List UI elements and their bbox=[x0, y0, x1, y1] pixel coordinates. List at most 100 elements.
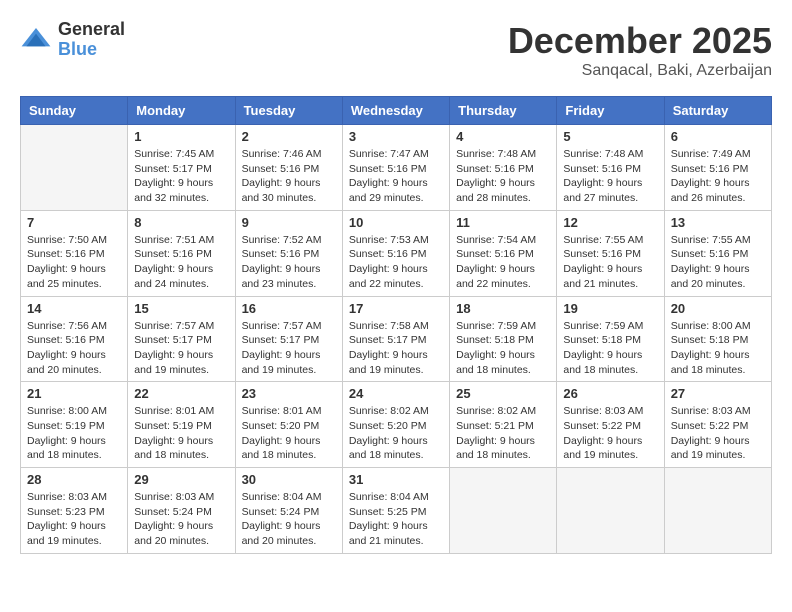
day-info: Sunrise: 8:00 AMSunset: 5:19 PMDaylight:… bbox=[27, 404, 121, 463]
day-number: 31 bbox=[349, 472, 443, 487]
week-row-4: 21 Sunrise: 8:00 AMSunset: 5:19 PMDayligh… bbox=[21, 382, 772, 468]
day-number: 12 bbox=[563, 215, 657, 230]
day-info: Sunrise: 8:02 AMSunset: 5:20 PMDaylight:… bbox=[349, 404, 443, 463]
day-number: 27 bbox=[671, 386, 765, 401]
day-number: 30 bbox=[242, 472, 336, 487]
header-day-saturday: Saturday bbox=[664, 97, 771, 125]
day-number: 10 bbox=[349, 215, 443, 230]
day-info: Sunrise: 7:55 AMSunset: 5:16 PMDaylight:… bbox=[671, 233, 765, 292]
day-info: Sunrise: 7:54 AMSunset: 5:16 PMDaylight:… bbox=[456, 233, 550, 292]
day-number: 5 bbox=[563, 129, 657, 144]
calendar-cell: 4Sunrise: 7:48 AMSunset: 5:16 PMDaylight… bbox=[450, 125, 557, 211]
day-number: 3 bbox=[349, 129, 443, 144]
day-number: 25 bbox=[456, 386, 550, 401]
day-info: Sunrise: 8:03 AMSunset: 5:22 PMDaylight:… bbox=[671, 404, 765, 463]
calendar-cell: 27 Sunrise: 8:03 AMSunset: 5:22 PMDayligh… bbox=[664, 382, 771, 468]
day-info: Sunrise: 7:58 AMSunset: 5:17 PMDaylight:… bbox=[349, 319, 443, 378]
day-info: Sunrise: 7:52 AMSunset: 5:16 PMDaylight:… bbox=[242, 233, 336, 292]
calendar-cell bbox=[450, 468, 557, 554]
calendar-header: SundayMondayTuesdayWednesdayThursdayFrid… bbox=[21, 97, 772, 125]
day-info: Sunrise: 7:51 AMSunset: 5:16 PMDaylight:… bbox=[134, 233, 228, 292]
calendar-cell: 26 Sunrise: 8:03 AMSunset: 5:22 PMDayligh… bbox=[557, 382, 664, 468]
calendar-cell: 12 Sunrise: 7:55 AMSunset: 5:16 PMDayligh… bbox=[557, 210, 664, 296]
day-number: 17 bbox=[349, 301, 443, 316]
day-info: Sunrise: 7:57 AMSunset: 5:17 PMDaylight:… bbox=[242, 319, 336, 378]
day-number: 14 bbox=[27, 301, 121, 316]
calendar-cell: 10Sunrise: 7:53 AMSunset: 5:16 PMDayligh… bbox=[342, 210, 449, 296]
week-row-1: 1Sunrise: 7:45 AMSunset: 5:17 PMDaylight… bbox=[21, 125, 772, 211]
calendar-cell: 29Sunrise: 8:03 AMSunset: 5:24 PMDayligh… bbox=[128, 468, 235, 554]
day-info: Sunrise: 8:01 AMSunset: 5:19 PMDaylight:… bbox=[134, 404, 228, 463]
calendar-cell: 16 Sunrise: 7:57 AMSunset: 5:17 PMDayligh… bbox=[235, 296, 342, 382]
day-number: 28 bbox=[27, 472, 121, 487]
page-header: General Blue December 2025 Sanqacal, Bak… bbox=[20, 20, 772, 80]
calendar-cell: 30 Sunrise: 8:04 AMSunset: 5:24 PMDayligh… bbox=[235, 468, 342, 554]
day-number: 22 bbox=[134, 386, 228, 401]
logo-blue: Blue bbox=[58, 40, 125, 60]
calendar-cell: 15Sunrise: 7:57 AMSunset: 5:17 PMDayligh… bbox=[128, 296, 235, 382]
day-number: 24 bbox=[349, 386, 443, 401]
day-number: 8 bbox=[134, 215, 228, 230]
day-info: Sunrise: 8:03 AMSunset: 5:22 PMDaylight:… bbox=[563, 404, 657, 463]
day-info: Sunrise: 8:01 AMSunset: 5:20 PMDaylight:… bbox=[242, 404, 336, 463]
calendar-cell: 2Sunrise: 7:46 AMSunset: 5:16 PMDaylight… bbox=[235, 125, 342, 211]
day-number: 4 bbox=[456, 129, 550, 144]
calendar-cell: 31Sunrise: 8:04 AMSunset: 5:25 PMDayligh… bbox=[342, 468, 449, 554]
calendar-cell: 20 Sunrise: 8:00 AMSunset: 5:18 PMDayligh… bbox=[664, 296, 771, 382]
calendar-cell: 5 Sunrise: 7:48 AMSunset: 5:16 PMDaylight… bbox=[557, 125, 664, 211]
day-info: Sunrise: 8:00 AMSunset: 5:18 PMDaylight:… bbox=[671, 319, 765, 378]
day-info: Sunrise: 7:56 AMSunset: 5:16 PMDaylight:… bbox=[27, 319, 121, 378]
day-number: 21 bbox=[27, 386, 121, 401]
day-number: 6 bbox=[671, 129, 765, 144]
day-number: 16 bbox=[242, 301, 336, 316]
day-info: Sunrise: 8:03 AMSunset: 5:23 PMDaylight:… bbox=[27, 490, 121, 549]
day-info: Sunrise: 8:02 AMSunset: 5:21 PMDaylight:… bbox=[456, 404, 550, 463]
header-day-wednesday: Wednesday bbox=[342, 97, 449, 125]
day-number: 18 bbox=[456, 301, 550, 316]
calendar-cell: 7Sunrise: 7:50 AMSunset: 5:16 PMDaylight… bbox=[21, 210, 128, 296]
day-info: Sunrise: 7:55 AMSunset: 5:16 PMDaylight:… bbox=[563, 233, 657, 292]
month-title: December 2025 bbox=[508, 20, 772, 62]
logo-text: General Blue bbox=[58, 20, 125, 60]
calendar-cell: 18 Sunrise: 7:59 AMSunset: 5:18 PMDayligh… bbox=[450, 296, 557, 382]
day-number: 26 bbox=[563, 386, 657, 401]
week-row-2: 7Sunrise: 7:50 AMSunset: 5:16 PMDaylight… bbox=[21, 210, 772, 296]
calendar-cell: 17 Sunrise: 7:58 AMSunset: 5:17 PMDayligh… bbox=[342, 296, 449, 382]
header-day-friday: Friday bbox=[557, 97, 664, 125]
day-number: 15 bbox=[134, 301, 228, 316]
calendar-body: 1Sunrise: 7:45 AMSunset: 5:17 PMDaylight… bbox=[21, 125, 772, 554]
day-info: Sunrise: 7:45 AMSunset: 5:17 PMDaylight:… bbox=[134, 147, 228, 206]
day-number: 2 bbox=[242, 129, 336, 144]
day-number: 29 bbox=[134, 472, 228, 487]
logo-icon bbox=[20, 24, 52, 56]
day-number: 7 bbox=[27, 215, 121, 230]
header-row: SundayMondayTuesdayWednesdayThursdayFrid… bbox=[21, 97, 772, 125]
day-info: Sunrise: 7:59 AMSunset: 5:18 PMDaylight:… bbox=[456, 319, 550, 378]
week-row-3: 14 Sunrise: 7:56 AMSunset: 5:16 PMDayligh… bbox=[21, 296, 772, 382]
calendar-cell: 24 Sunrise: 8:02 AMSunset: 5:20 PMDayligh… bbox=[342, 382, 449, 468]
title-block: December 2025 Sanqacal, Baki, Azerbaijan bbox=[508, 20, 772, 80]
day-number: 9 bbox=[242, 215, 336, 230]
calendar-table: SundayMondayTuesdayWednesdayThursdayFrid… bbox=[20, 96, 772, 554]
day-info: Sunrise: 7:59 AMSunset: 5:18 PMDaylight:… bbox=[563, 319, 657, 378]
day-info: Sunrise: 7:49 AMSunset: 5:16 PMDaylight:… bbox=[671, 147, 765, 206]
header-day-monday: Monday bbox=[128, 97, 235, 125]
day-number: 23 bbox=[242, 386, 336, 401]
day-number: 20 bbox=[671, 301, 765, 316]
day-number: 13 bbox=[671, 215, 765, 230]
day-info: Sunrise: 8:04 AMSunset: 5:24 PMDaylight:… bbox=[242, 490, 336, 549]
day-info: Sunrise: 7:47 AMSunset: 5:16 PMDaylight:… bbox=[349, 147, 443, 206]
calendar-cell: 14 Sunrise: 7:56 AMSunset: 5:16 PMDayligh… bbox=[21, 296, 128, 382]
calendar-cell: 19Sunrise: 7:59 AMSunset: 5:18 PMDayligh… bbox=[557, 296, 664, 382]
header-day-tuesday: Tuesday bbox=[235, 97, 342, 125]
header-day-thursday: Thursday bbox=[450, 97, 557, 125]
calendar-cell: 13 Sunrise: 7:55 AMSunset: 5:16 PMDayligh… bbox=[664, 210, 771, 296]
calendar-cell bbox=[664, 468, 771, 554]
calendar-cell: 21 Sunrise: 8:00 AMSunset: 5:19 PMDayligh… bbox=[21, 382, 128, 468]
logo: General Blue bbox=[20, 20, 125, 60]
calendar-cell: 8 Sunrise: 7:51 AMSunset: 5:16 PMDaylight… bbox=[128, 210, 235, 296]
day-info: Sunrise: 7:48 AMSunset: 5:16 PMDaylight:… bbox=[563, 147, 657, 206]
calendar-cell: 6 Sunrise: 7:49 AMSunset: 5:16 PMDaylight… bbox=[664, 125, 771, 211]
calendar-cell: 23 Sunrise: 8:01 AMSunset: 5:20 PMDayligh… bbox=[235, 382, 342, 468]
header-day-sunday: Sunday bbox=[21, 97, 128, 125]
